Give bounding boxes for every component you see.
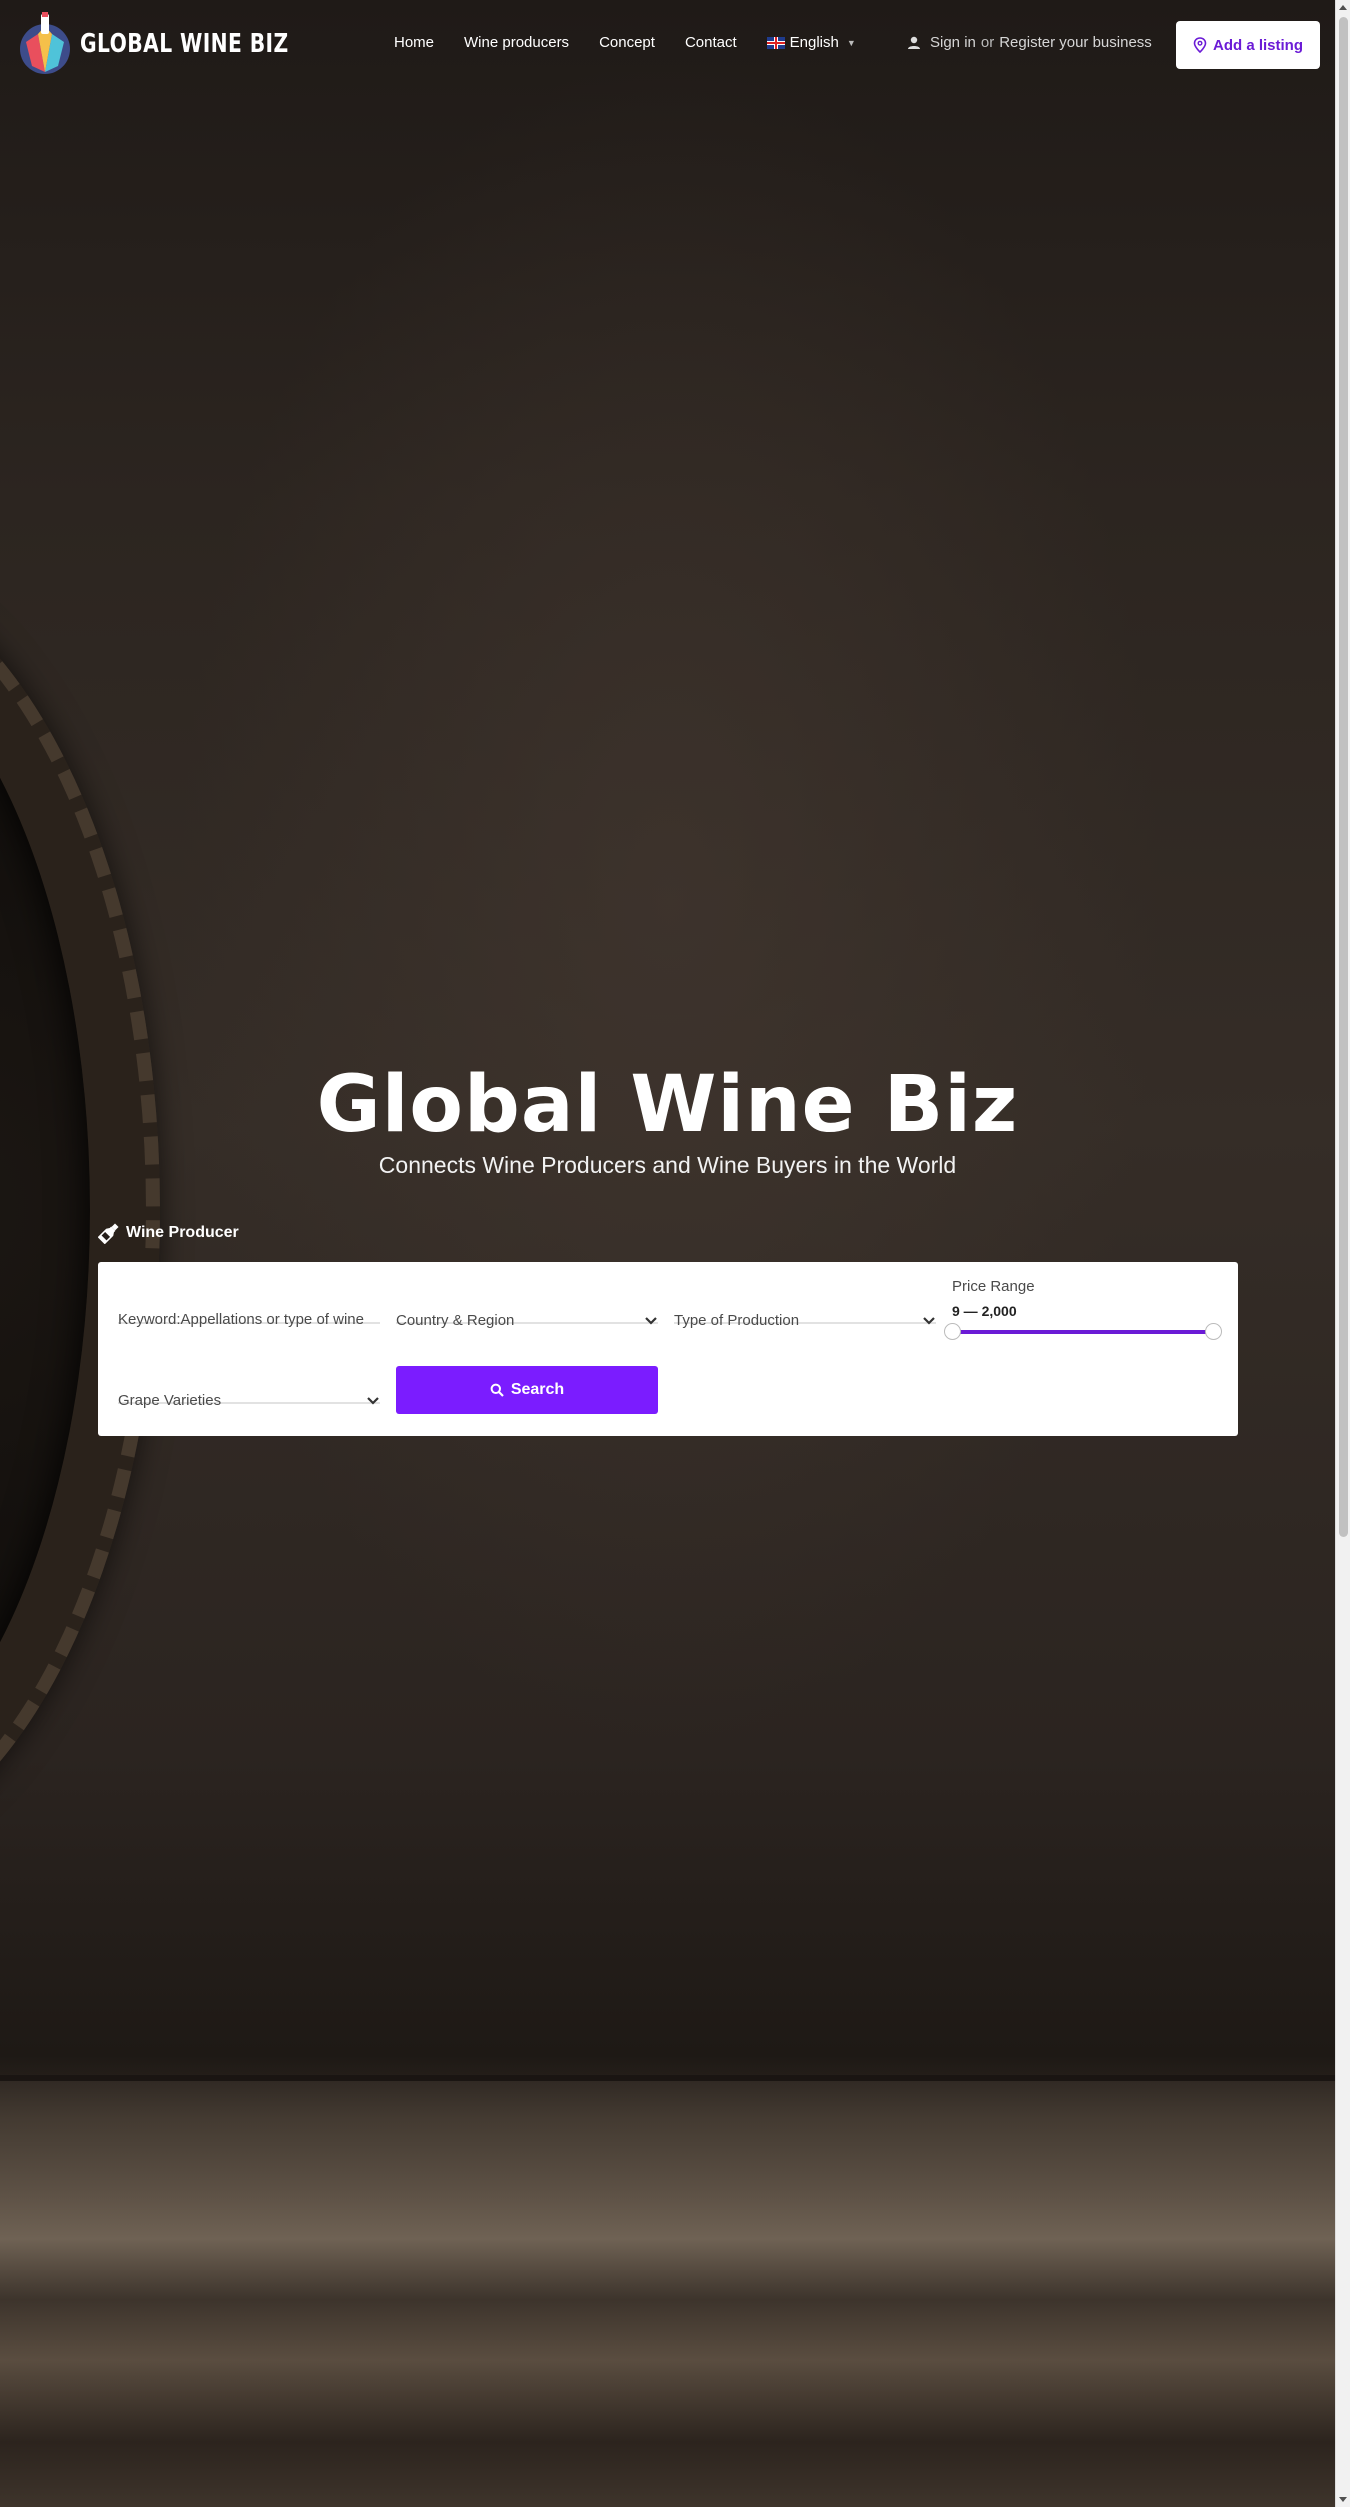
wooden-table-decoration bbox=[0, 2075, 1335, 2507]
uk-flag-icon bbox=[766, 36, 785, 49]
nav-home[interactable]: Home bbox=[394, 34, 434, 51]
hero-background bbox=[0, 0, 1335, 2507]
search-button-label: Search bbox=[510, 1381, 565, 1398]
nav-contact[interactable]: Contact bbox=[685, 34, 737, 51]
nav-concept[interactable]: Concept bbox=[599, 34, 655, 51]
or-text: or bbox=[980, 34, 995, 51]
country-region-select[interactable]: Country & Region bbox=[396, 1278, 658, 1329]
page-scrollbar[interactable] bbox=[1335, 0, 1350, 2507]
search-icon bbox=[490, 1383, 504, 1397]
hero-subtitle: Connects Wine Producers and Wine Buyers … bbox=[378, 1152, 957, 1178]
search-panel: Country & Region Type of Production Pric… bbox=[98, 1262, 1238, 1436]
site-header: GLOBAL WINE BIZ Home Wine producers Conc… bbox=[0, 0, 1335, 90]
chevron-down-icon bbox=[923, 1317, 935, 1325]
chevron-down-icon bbox=[367, 1397, 379, 1405]
price-max-handle[interactable] bbox=[1205, 1323, 1222, 1340]
search-button[interactable]: Search bbox=[396, 1366, 658, 1414]
add-listing-button[interactable]: Add a listing bbox=[1176, 21, 1320, 69]
hero-title: Global Wine Biz bbox=[316, 1060, 1019, 1150]
scroll-down-icon[interactable] bbox=[1339, 2497, 1347, 2502]
wine-bottle-icon bbox=[98, 1223, 119, 1244]
register-link[interactable]: Register your business bbox=[999, 34, 1152, 51]
language-selector[interactable]: English ▼ bbox=[766, 34, 856, 51]
map-pin-icon bbox=[1193, 37, 1207, 53]
chevron-down-icon bbox=[645, 1317, 657, 1325]
price-range-track[interactable] bbox=[951, 1330, 1213, 1334]
logo-text: GLOBAL WINE BIZ bbox=[80, 29, 289, 59]
barrel-decoration bbox=[0, 560, 160, 1860]
add-listing-label: Add a listing bbox=[1213, 36, 1303, 54]
production-type-label: Type of Production bbox=[674, 1312, 800, 1329]
scrollbar-thumb[interactable] bbox=[1339, 17, 1348, 1537]
sign-in-link[interactable]: Sign in bbox=[930, 34, 976, 51]
production-type-select[interactable]: Type of Production bbox=[674, 1278, 936, 1329]
logo-badge-icon bbox=[18, 12, 72, 76]
search-tab-label: Wine Producer bbox=[126, 1224, 239, 1241]
nav-wine-producers[interactable]: Wine producers bbox=[464, 34, 569, 51]
search-tab-wine-producer[interactable]: Wine Producer bbox=[98, 1222, 239, 1244]
site-logo[interactable]: GLOBAL WINE BIZ bbox=[18, 12, 347, 76]
price-range-label: Price Range bbox=[952, 1278, 1035, 1295]
account-links: Sign in or Register your business bbox=[906, 34, 1152, 51]
main-nav: Home Wine producers Concept Contact Engl… bbox=[394, 34, 856, 51]
price-range-value: 9 — 2,000 bbox=[952, 1303, 1017, 1319]
scroll-up-icon[interactable] bbox=[1339, 5, 1347, 10]
keyword-input[interactable] bbox=[118, 1311, 380, 1328]
chevron-down-icon: ▼ bbox=[846, 37, 856, 48]
price-min-handle[interactable] bbox=[944, 1323, 961, 1340]
user-icon bbox=[908, 36, 920, 49]
grape-varieties-label: Grape Varieties bbox=[118, 1392, 222, 1409]
language-label: English bbox=[789, 34, 839, 51]
keyword-field[interactable] bbox=[118, 1278, 380, 1328]
country-region-label: Country & Region bbox=[396, 1312, 515, 1329]
grape-varieties-select[interactable]: Grape Varieties bbox=[118, 1358, 380, 1409]
